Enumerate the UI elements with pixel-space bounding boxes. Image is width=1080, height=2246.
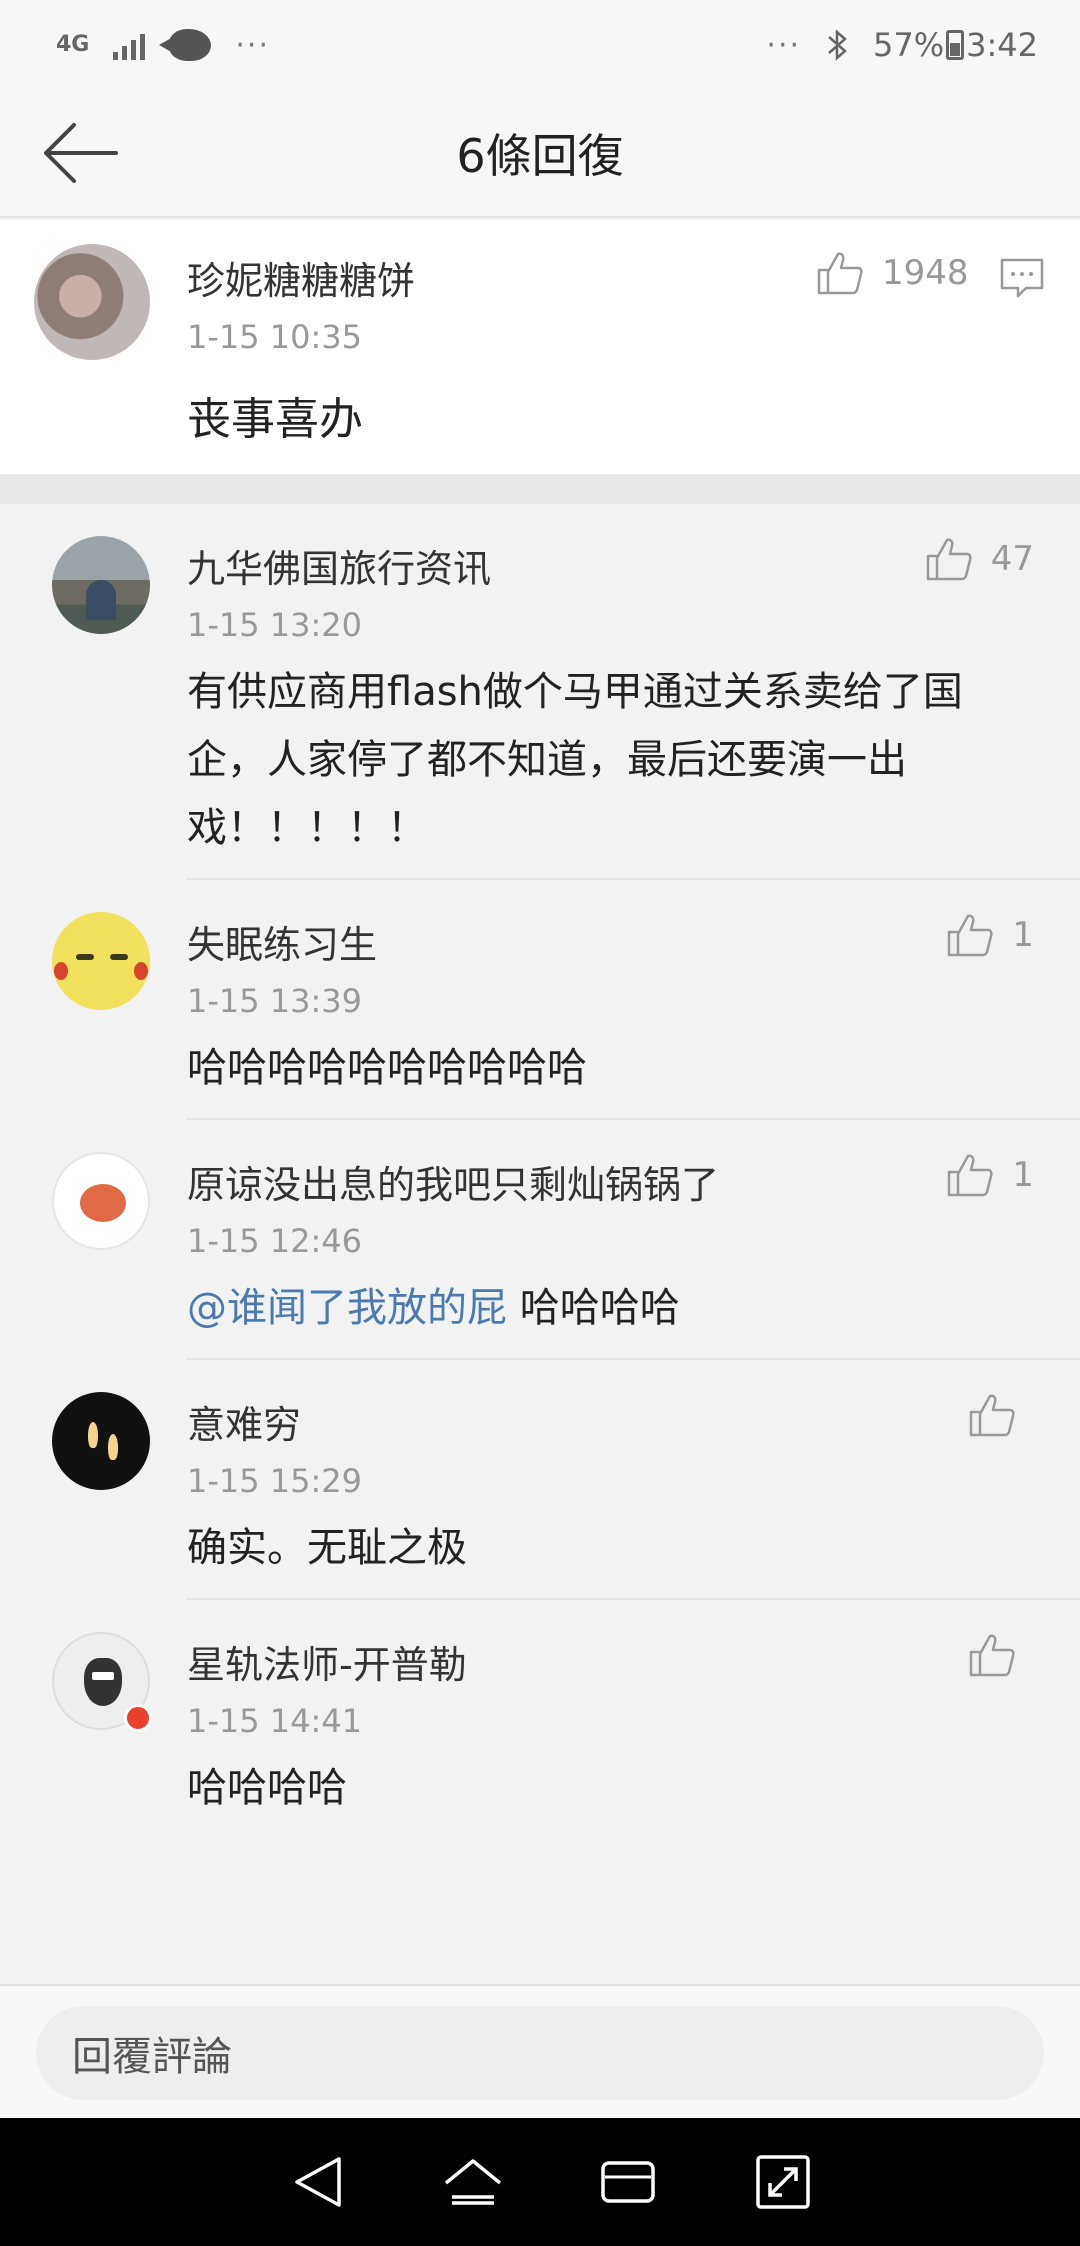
reply-author[interactable]: 意难穷 [187,1394,301,1449]
avatar[interactable] [52,1392,150,1490]
reply-time: 1-15 13:20 [187,606,363,644]
reply-text: 哈哈哈哈 [187,1765,347,1811]
nav-rotate-icon[interactable] [748,2147,818,2217]
reply-text: 有供应商用flash做个马甲通过关系卖给了国企，人家停了都不知道，最后还要演一出… [187,669,963,851]
like-button[interactable]: 1948 [816,250,969,296]
status-bar-right: ··· 57% 3:42 [766,26,1038,64]
avatar-eye [76,954,94,960]
like-button[interactable]: 1 [946,912,1034,958]
header: 6條回復 [0,90,1080,218]
avatar[interactable] [52,536,150,634]
comment-text: 丧事喜办 [187,394,363,445]
reply-time: 1-15 15:29 [187,1462,363,1500]
like-count: 47 [990,539,1034,579]
status-bar-left: 4G ··· [56,28,270,63]
more-status-icons: ··· [766,27,802,63]
reply-time: 1-15 13:39 [187,982,363,1020]
reply-text: @谁闻了我放的屁 哈哈哈哈 [187,1274,1007,1342]
reply-item: 原谅没出息的我吧只剩灿锅锅了 1-15 12:46 @谁闻了我放的屁 哈哈哈哈 … [0,1120,1080,1360]
signal-icon [113,30,146,60]
reply-text: 哈哈哈哈哈哈哈哈哈哈 [187,1045,587,1091]
more-notifications: ··· [235,27,270,63]
verified-badge-icon [124,1704,152,1732]
reply-author[interactable]: 原谅没出息的我吧只剩灿锅锅了 [187,1154,719,1209]
thumbs-up-icon [969,1394,1015,1437]
original-comment: 珍妮糖糖糖饼 1-15 10:35 丧事喜办 1948 [0,220,1080,474]
like-count: 1948 [882,253,969,293]
page-title: 6條回復 [456,129,624,183]
nav-home-icon[interactable] [438,2147,508,2217]
thumbs-up-icon [926,538,972,581]
bluetooth-icon [828,29,847,61]
reply-item: 九华佛国旅行资讯 1-15 13:20 有供应商用flash做个马甲通过关系卖给… [0,504,1080,880]
thumbs-up-icon [948,914,993,957]
reply-input[interactable]: 回覆評論 [36,2006,1044,2100]
reply-item: 意难穷 1-15 15:29 确实。无耻之极 [0,1360,1080,1600]
reply-author[interactable]: 星轨法师-开普勒 [187,1634,467,1689]
avatar-cheek [134,962,148,980]
comment-time: 1-15 10:35 [187,318,363,356]
reply-item: 失眠练习生 1-15 13:39 哈哈哈哈哈哈哈哈哈哈 1 [0,880,1080,1120]
reply-item: 星轨法师-开普勒 1-15 14:41 哈哈哈哈 [0,1600,1080,1840]
reply-time: 1-15 12:46 [187,1222,363,1260]
avatar-cheek [54,962,68,980]
avatar-flame [88,1422,98,1448]
avatar-eye [110,954,128,960]
avatar[interactable] [52,1632,152,1732]
reply-text: 确实。无耻之极 [187,1525,467,1571]
like-button[interactable] [968,1392,1034,1438]
avatar[interactable] [52,1152,150,1250]
like-count: 1 [1012,915,1034,955]
comment-icon[interactable] [998,254,1046,302]
thumbs-up-icon [948,1154,993,1197]
thumbs-up-icon [817,252,863,295]
network-type: 4G [56,32,90,57]
comment-author[interactable]: 珍妮糖糖糖饼 [187,250,415,305]
battery-icon [946,30,965,60]
nav-back-icon[interactable] [283,2147,353,2217]
avatar-mask [84,1658,122,1706]
nav-recents-icon[interactable] [593,2147,663,2217]
reply-author[interactable]: 九华佛国旅行资讯 [187,538,491,593]
system-nav-bar [0,2118,1080,2246]
back-arrow-icon[interactable] [40,118,120,188]
like-button[interactable]: 47 [925,536,1034,582]
section-divider [0,474,1080,504]
thumbs-up-icon [969,1634,1015,1677]
like-button[interactable]: 1 [946,1152,1034,1198]
clock: 3:42 [966,26,1038,64]
status-bar: 4G ··· ··· 57% 3:42 [0,0,1080,90]
avatar[interactable] [34,244,150,360]
like-count: 1 [1012,1155,1034,1195]
app-notification-icon [159,29,212,61]
reply-text-body: 哈哈哈哈 [507,1285,680,1331]
mention-link[interactable]: @谁闻了我放的屁 [187,1285,507,1331]
avatar[interactable] [52,912,150,1010]
reply-input-bar: 回覆評論 [0,1984,1080,2118]
avatar-flame [108,1434,118,1460]
reply-author[interactable]: 失眠练习生 [187,914,377,969]
like-button[interactable] [968,1632,1034,1678]
reply-time: 1-15 14:41 [187,1702,363,1740]
battery-percent: 57% [873,26,945,64]
